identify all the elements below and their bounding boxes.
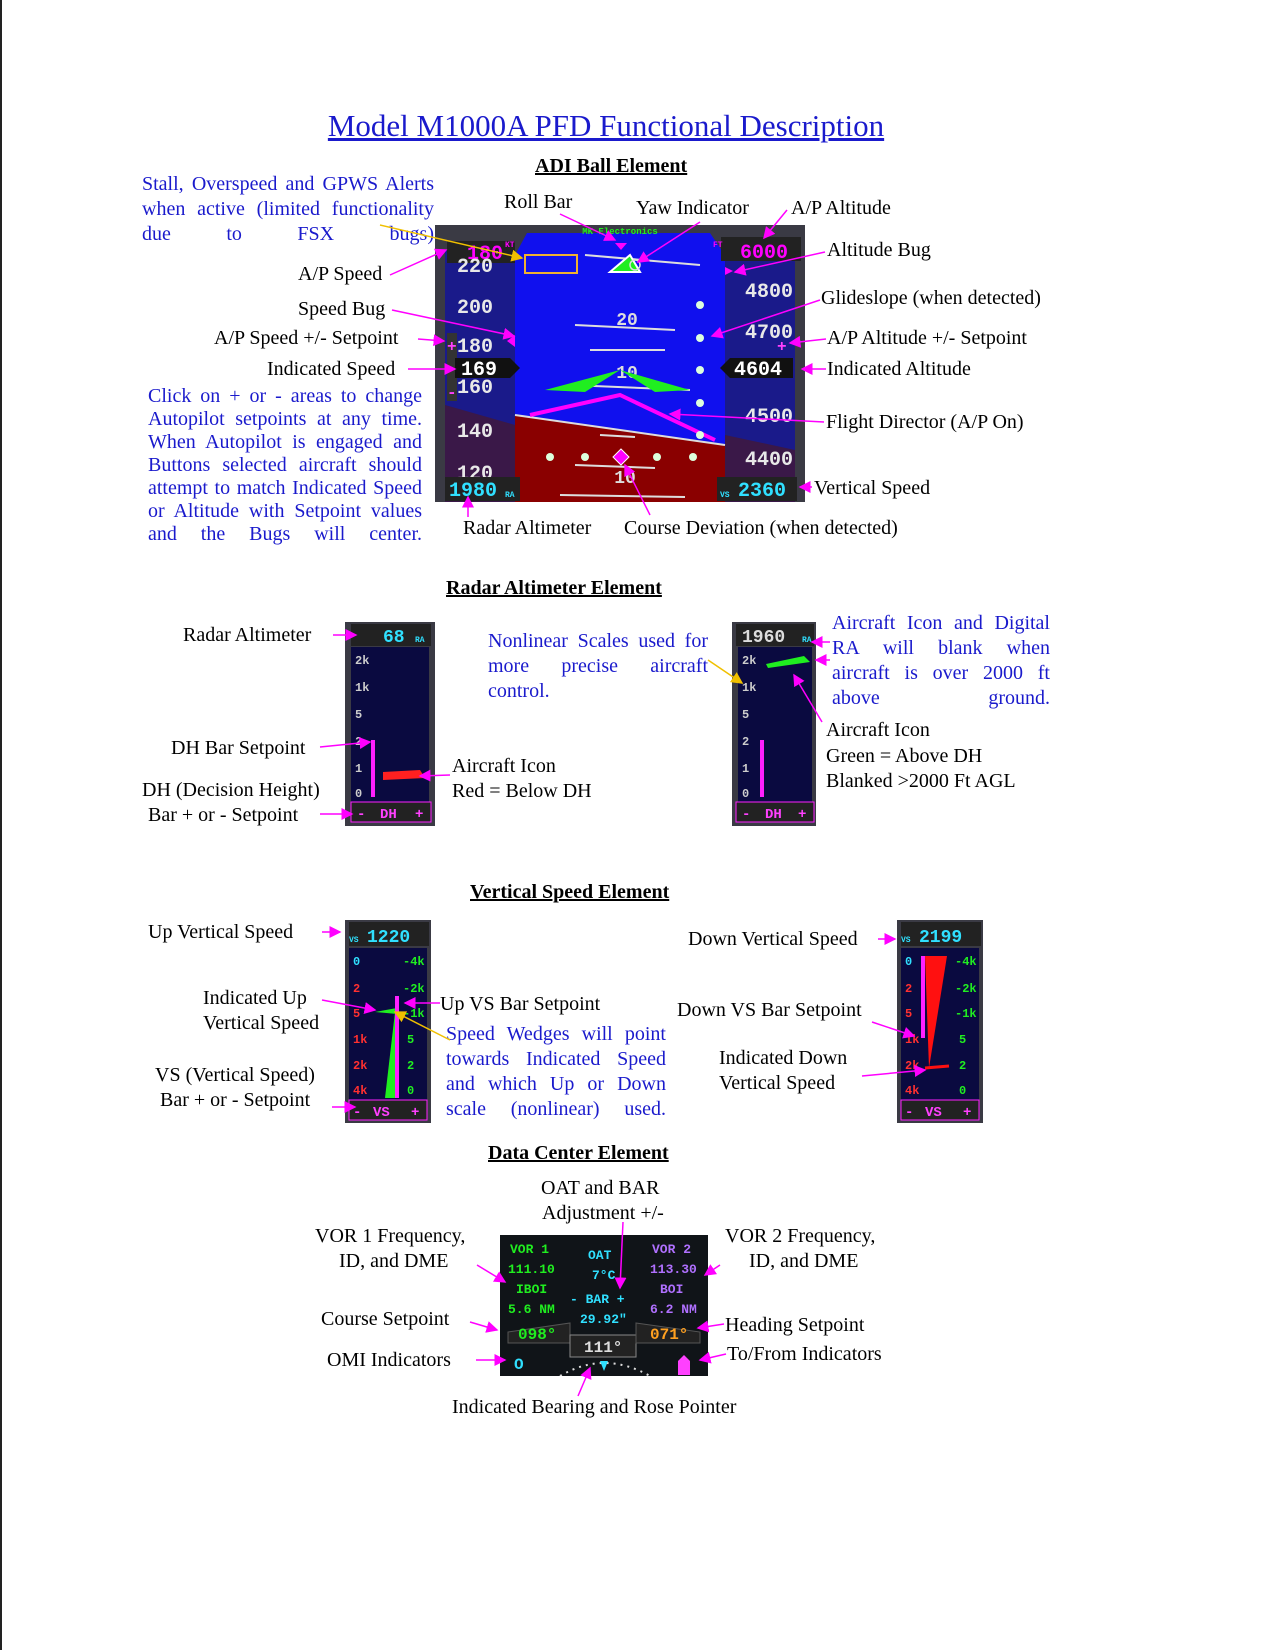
page: Model M1000A PFD Functional Description … <box>0 0 1275 1650</box>
callout-arrows <box>319 209 927 1397</box>
